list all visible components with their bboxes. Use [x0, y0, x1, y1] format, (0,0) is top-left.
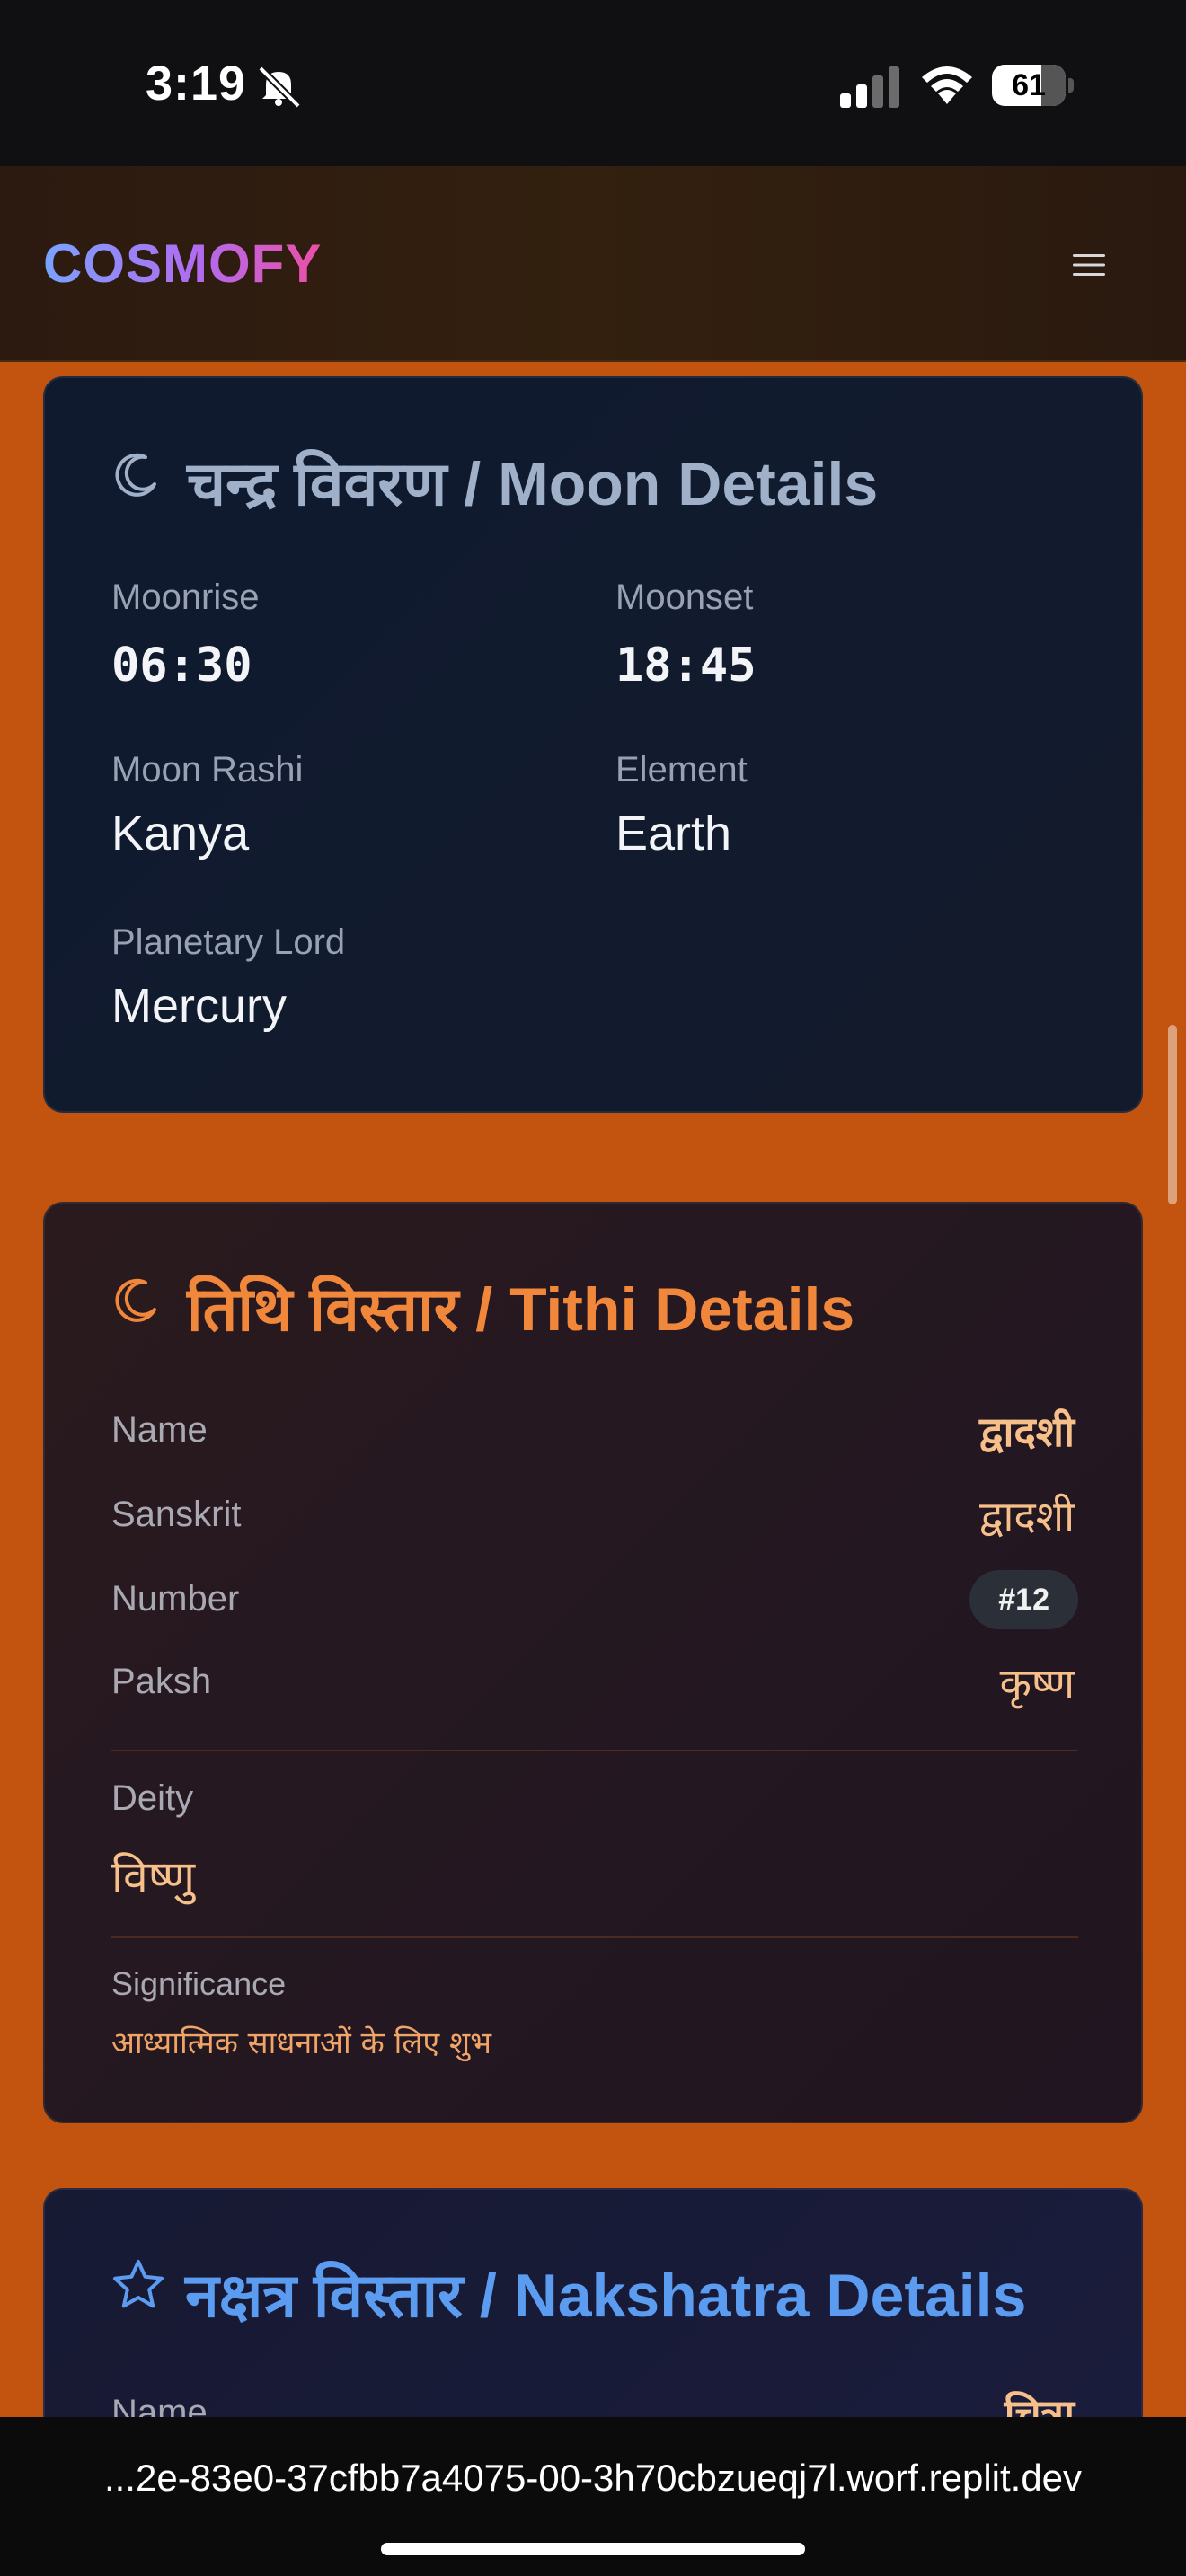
significance-value: आध्यात्मिक साधनाओं के लिए शुभ — [111, 2025, 492, 2061]
divider — [111, 1750, 1078, 1751]
significance-label: Significance — [111, 1965, 287, 2002]
tithi-sanskrit-label: Sanskrit — [111, 1495, 242, 1534]
browser-url-bar[interactable]: ...2e-83e0-37cfbb7a4075-00-3h70cbzueqj7l… — [0, 2417, 1186, 2576]
element-value: Earth — [615, 807, 732, 860]
moonrise-label: Moonrise — [111, 578, 260, 617]
nakshatra-details-card: नक्षत्र विस्तार / Nakshatra Details Name… — [43, 2188, 1143, 2417]
hamburger-menu-icon[interactable] — [1071, 251, 1107, 279]
nakshatra-card-title: नक्षत्र विस्तार / Nakshatra Details — [185, 2262, 1027, 2330]
crescent-moon-icon — [115, 1278, 156, 1322]
paksh-value: कृष्ण — [999, 1659, 1075, 1707]
nakshatra-name-label: Name — [111, 2393, 208, 2417]
tithi-card-title: तिथि विस्तार / Tithi Details — [187, 1275, 855, 1344]
moon-rashi-label: Moon Rashi — [111, 750, 304, 790]
divider — [111, 1936, 1078, 1938]
tithi-number-badge: #12 — [969, 1570, 1078, 1629]
planetary-lord-value: Mercury — [111, 979, 288, 1033]
nakshatra-name-value: चित्रा — [1004, 2390, 1075, 2417]
moonrise-value: 06:30 — [111, 639, 252, 693]
battery-level: 61 — [1012, 68, 1046, 102]
wifi-icon — [922, 66, 972, 104]
moon-details-card: चन्द्र विवरण / Moon Details Moonrise 06:… — [43, 376, 1143, 1113]
app-logo[interactable]: COSMOFY — [43, 233, 322, 295]
paksh-label: Paksh — [111, 1662, 212, 1701]
status-time: 3:19 — [146, 57, 247, 110]
tithi-name-label: Name — [111, 1410, 208, 1450]
tithi-sanskrit-value: द्वादशी — [979, 1492, 1075, 1540]
star-outline-icon — [113, 2260, 164, 2308]
tithi-name-value: द्वादशी — [979, 1407, 1075, 1456]
cellular-signal-icon — [840, 66, 899, 108]
app-header: COSMOFY — [0, 166, 1186, 362]
moon-rashi-value: Kanya — [111, 807, 250, 860]
muted-bell-icon — [258, 66, 301, 108]
element-label: Element — [615, 750, 748, 790]
tithi-details-card: तिथि विस्तार / Tithi Details Name द्वादश… — [43, 1202, 1143, 2123]
moonset-label: Moonset — [615, 578, 754, 617]
deity-value: विष्णु — [111, 1851, 195, 1903]
home-indicator[interactable] — [381, 2543, 805, 2555]
scrollbar[interactable] — [1168, 1025, 1177, 1204]
status-bar: 3:19 61 — [0, 0, 1186, 166]
battery-icon: 61 — [992, 65, 1075, 106]
crescent-moon-icon — [115, 453, 156, 497]
planetary-lord-label: Planetary Lord — [111, 922, 346, 962]
deity-label: Deity — [111, 1778, 194, 1818]
page-viewport[interactable]: COSMOFY चन्द्र विवरण / Moon Details Moon… — [0, 166, 1186, 2417]
url-text[interactable]: ...2e-83e0-37cfbb7a4075-00-3h70cbzueqj7l… — [0, 2457, 1186, 2500]
moon-card-title: चन्द्र विवरण / Moon Details — [187, 450, 879, 518]
moonset-value: 18:45 — [615, 639, 757, 693]
